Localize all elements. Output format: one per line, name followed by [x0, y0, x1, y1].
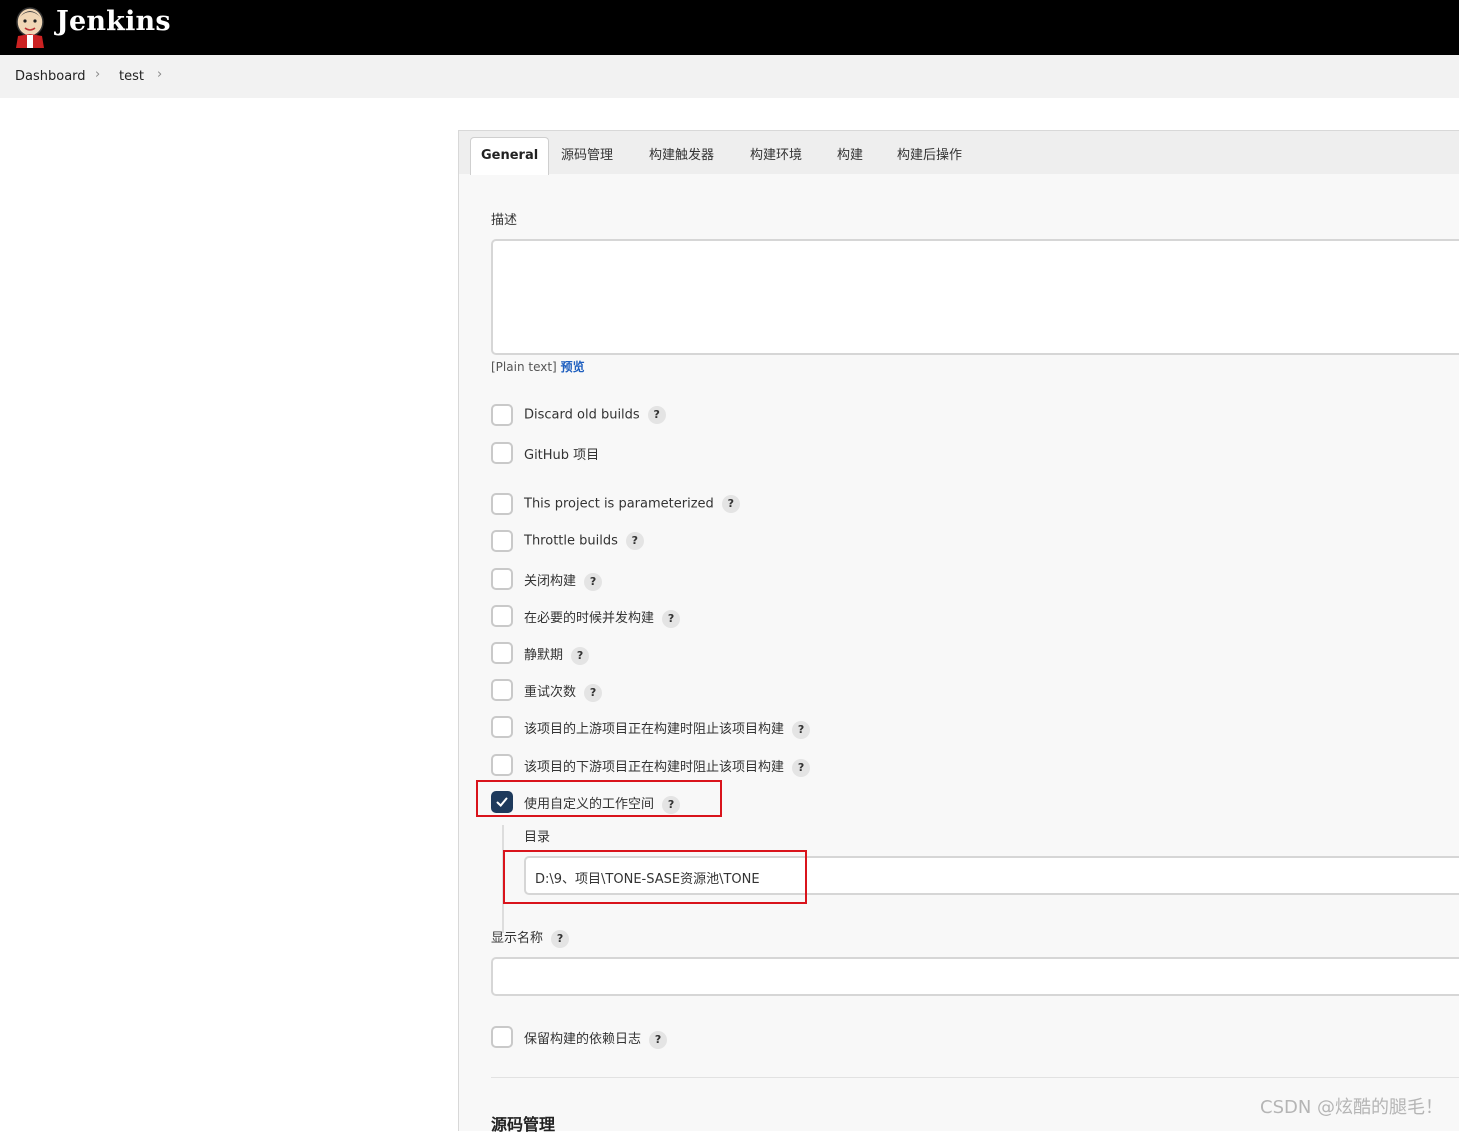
tab-bar: General 源码管理 构建触发器 构建环境 构建 构建后操作	[459, 131, 1459, 175]
help-icon[interactable]: ?	[584, 572, 603, 591]
checkbox[interactable]	[491, 1026, 513, 1048]
display-name-label: 显示名称?	[491, 927, 570, 948]
tab-build[interactable]: 构建	[837, 131, 863, 174]
tab-build-triggers[interactable]: 构建触发器	[649, 131, 714, 174]
highlight-box	[503, 850, 807, 904]
description-label: 描述	[491, 213, 518, 228]
plain-text-hint: [Plain text]	[491, 360, 557, 374]
option-label: 保留构建的依赖日志	[524, 1032, 642, 1047]
option-label: 静默期	[524, 648, 564, 663]
option-label: Discard old builds	[524, 407, 640, 423]
option-label: 在必要的时候并发构建	[524, 611, 655, 626]
help-icon[interactable]: ?	[647, 406, 666, 424]
checkbox[interactable]	[491, 442, 513, 464]
breadcrumb-test[interactable]: test	[119, 69, 144, 84]
option-label: Throttle builds	[524, 533, 618, 549]
checkbox[interactable]	[491, 754, 513, 776]
help-icon[interactable]: ?	[721, 495, 740, 513]
option-label: GitHub 项目	[524, 448, 600, 463]
config-panel: General 源码管理 构建触发器 构建环境 构建 构建后操作 描述 [Pla…	[458, 130, 1459, 1134]
option-label: 该项目的下游项目正在构建时阻止该项目构建	[524, 760, 785, 775]
description-textarea[interactable]	[491, 239, 1459, 355]
help-icon[interactable]: ?	[625, 532, 644, 550]
tab-scm[interactable]: 源码管理	[561, 131, 613, 174]
help-icon[interactable]: ?	[662, 609, 681, 628]
checkbox[interactable]	[491, 568, 513, 590]
section-divider	[491, 1077, 1459, 1078]
checkbox[interactable]	[491, 605, 513, 627]
help-icon[interactable]: ?	[649, 1030, 668, 1049]
help-icon[interactable]: ?	[792, 758, 811, 777]
option-label: This project is parameterized	[524, 496, 714, 512]
breadcrumb-dashboard[interactable]: Dashboard	[15, 69, 86, 84]
option-label: 该项目的上游项目正在构建时阻止该项目构建	[524, 722, 785, 737]
checkbox-checked[interactable]	[491, 791, 513, 813]
option-label: 关闭构建	[524, 574, 577, 589]
checkbox[interactable]	[491, 493, 513, 515]
tab-post-build[interactable]: 构建后操作	[897, 131, 962, 174]
checkbox[interactable]	[491, 716, 513, 738]
display-name-input[interactable]	[491, 957, 1459, 996]
display-name-text: 显示名称	[491, 931, 544, 946]
watermark: CSDN @炫酷的腿毛！	[1260, 1097, 1444, 1118]
help-icon[interactable]: ?	[792, 720, 811, 739]
chevron-right-icon[interactable]: ›	[95, 67, 100, 82]
tab-general[interactable]: General	[470, 137, 550, 175]
help-icon[interactable]: ?	[571, 646, 590, 665]
checkbox[interactable]	[491, 404, 513, 426]
preview-link[interactable]: 预览	[561, 360, 585, 374]
top-bar: Jenkins	[0, 0, 1459, 55]
checkbox[interactable]	[491, 679, 513, 701]
app-name[interactable]: Jenkins	[56, 6, 171, 37]
help-icon[interactable]: ?	[551, 929, 570, 948]
checkbox[interactable]	[491, 530, 513, 552]
help-icon[interactable]: ?	[584, 683, 603, 702]
option-label: 重试次数	[524, 685, 577, 700]
jenkins-logo-icon[interactable]	[14, 6, 46, 48]
help-icon[interactable]: ?	[662, 795, 681, 814]
section-title-scm: 源码管理	[491, 1115, 556, 1134]
checkbox[interactable]	[491, 642, 513, 664]
directory-label: 目录	[524, 830, 551, 845]
checkmark-icon	[496, 797, 508, 807]
option-label: 使用自定义的工作空间	[524, 797, 655, 812]
breadcrumb: Dashboard › test ›	[0, 55, 1459, 98]
description-hint: [Plain text] 预览	[491, 358, 585, 375]
tab-build-environment[interactable]: 构建环境	[750, 131, 802, 174]
chevron-right-icon[interactable]: ›	[157, 67, 162, 82]
